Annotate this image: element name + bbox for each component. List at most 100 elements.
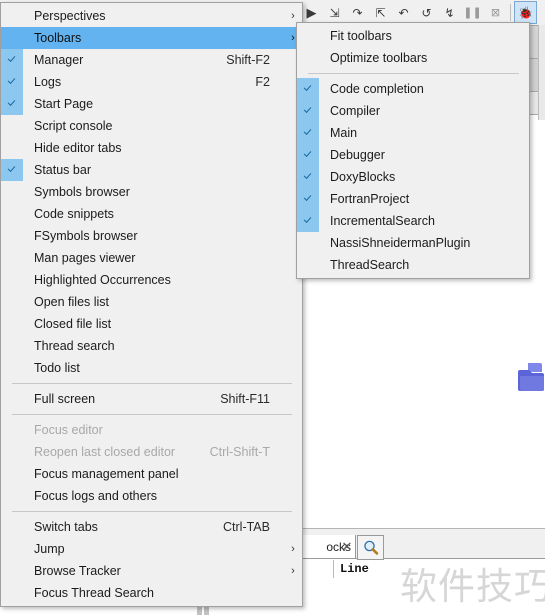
- check-placeholder: [1, 27, 23, 49]
- debug-step-over-icon[interactable]: ↷: [346, 1, 369, 24]
- menu-item-switch-tabs[interactable]: Switch tabs Ctrl-TAB: [1, 516, 302, 538]
- menu-item-label: Thread search: [34, 339, 115, 353]
- menu-item-threadsearch[interactable]: ThreadSearch: [297, 254, 529, 276]
- debug-step-into-instruction-icon[interactable]: ↺: [415, 1, 438, 24]
- menu-item-code-snippets[interactable]: Code snippets: [1, 203, 302, 225]
- menu-item-label: Status bar: [34, 163, 91, 177]
- menu-item-label: Symbols browser: [34, 185, 130, 199]
- check-placeholder: [1, 463, 23, 485]
- menu-item-fit-toolbars[interactable]: Fit toolbars: [297, 25, 529, 47]
- menu-item-label: FortranProject: [330, 192, 410, 206]
- debug-next-instruction-icon[interactable]: ↶: [392, 1, 415, 24]
- editor-canvas[interactable]: [296, 278, 545, 529]
- menu-item-browse-tracker[interactable]: Browse Tracker ›: [1, 560, 302, 582]
- menu-separator: [12, 383, 292, 384]
- menu-item-hide-editor-tabs[interactable]: Hide editor tabs: [1, 137, 302, 159]
- menu-item-status-bar[interactable]: Status bar: [1, 159, 302, 181]
- menu-item-label: Switch tabs: [34, 520, 98, 534]
- menu-item-highlighted-occurrences[interactable]: Highlighted Occurrences: [1, 269, 302, 291]
- chevron-right-icon: ›: [291, 543, 295, 555]
- debug-break-icon[interactable]: ❚❚: [461, 1, 484, 24]
- chevron-right-icon: ›: [291, 10, 295, 22]
- menu-item-thread-search[interactable]: Thread search: [1, 335, 302, 357]
- menu-item-shortcut: Ctrl-Shift-T: [209, 445, 270, 459]
- menu-item-closed-file-list[interactable]: Closed file list: [1, 313, 302, 335]
- menu-item-fsymbols-browser[interactable]: FSymbols browser: [1, 225, 302, 247]
- menu-item-shortcut: Shift-F11: [220, 392, 270, 406]
- menu-item-shortcut: Ctrl-TAB: [223, 520, 270, 534]
- close-icon[interactable]: ✕: [340, 539, 354, 554]
- check-icon: [297, 166, 319, 188]
- menu-item-main[interactable]: Main: [297, 122, 529, 144]
- right-panel-scroll-track[interactable]: [538, 25, 545, 120]
- menu-item-optimize-toolbars[interactable]: Optimize toolbars: [297, 47, 529, 69]
- menu-item-label: Optimize toolbars: [330, 51, 428, 65]
- toolbars-submenu[interactable]: Fit toolbars Optimize toolbars Code comple…: [296, 22, 530, 279]
- menu-item-label: Full screen: [34, 392, 96, 406]
- menu-item-code-completion[interactable]: Code completion: [297, 78, 529, 100]
- menu-item-label: Hide editor tabs: [34, 141, 122, 155]
- chevron-right-icon: ›: [291, 565, 295, 577]
- menu-item-fortranproject[interactable]: FortranProject: [297, 188, 529, 210]
- menu-item-doxyblocks[interactable]: DoxyBlocks: [297, 166, 529, 188]
- menu-item-compiler[interactable]: Compiler: [297, 100, 529, 122]
- menu-item-label: Code completion: [330, 82, 424, 96]
- menu-item-nassishneidermanplugin[interactable]: NassiShneidermanPlugin: [297, 232, 529, 254]
- check-icon: [297, 210, 319, 232]
- view-menu[interactable]: Perspectives › Toolbars › Manager Shift-F2 Log…: [0, 2, 303, 607]
- menu-item-incrementalsearch[interactable]: IncrementalSearch: [297, 210, 529, 232]
- check-icon: [297, 100, 319, 122]
- check-placeholder: [297, 254, 319, 276]
- debug-run-to-cursor-icon[interactable]: ↯: [438, 1, 461, 24]
- menu-item-label: Focus management panel: [34, 467, 179, 481]
- menu-item-focus-management-panel[interactable]: Focus management panel: [1, 463, 302, 485]
- menu-item-open-files-list[interactable]: Open files list: [1, 291, 302, 313]
- debug-continue-icon[interactable]: ▶: [300, 1, 323, 24]
- menu-item-logs[interactable]: Logs F2: [1, 71, 302, 93]
- check-placeholder: [1, 441, 23, 463]
- menu-item-manager[interactable]: Manager Shift-F2: [1, 49, 302, 71]
- debug-step-out-icon[interactable]: ⇱: [369, 1, 392, 24]
- menu-item-label: Debugger: [330, 148, 385, 162]
- menu-item-debugger[interactable]: Debugger: [297, 144, 529, 166]
- check-placeholder: [1, 538, 23, 560]
- menu-item-symbols-browser[interactable]: Symbols browser: [1, 181, 302, 203]
- menu-item-label: Focus logs and others: [34, 489, 157, 503]
- check-placeholder: [1, 247, 23, 269]
- menu-item-full-screen[interactable]: Full screen Shift-F11: [1, 388, 302, 410]
- debug-stop-icon[interactable]: ⊠: [484, 1, 507, 24]
- menu-item-shortcut: F2: [255, 75, 270, 89]
- search-icon[interactable]: [357, 535, 384, 560]
- watermark-text: 软件技巧: [400, 565, 545, 608]
- menu-item-label: Compiler: [330, 104, 381, 118]
- menu-item-focus-logs-and-others[interactable]: Focus logs and others: [1, 485, 302, 507]
- check-placeholder: [1, 181, 23, 203]
- check-placeholder: [1, 203, 23, 225]
- menu-item-label: Code snippets: [34, 207, 114, 221]
- menu-item-todo-list[interactable]: Todo list: [1, 357, 302, 379]
- menu-item-label: Logs: [34, 75, 62, 89]
- menu-item-label: Man pages viewer: [34, 251, 136, 265]
- menu-item-man-pages-viewer[interactable]: Man pages viewer: [1, 247, 302, 269]
- various-info-icon[interactable]: ▮: [537, 1, 545, 24]
- debugging-windows-icon[interactable]: 🐞: [514, 1, 537, 24]
- menu-item-start-page[interactable]: Start Page: [1, 93, 302, 115]
- menu-separator: [308, 73, 519, 74]
- check-placeholder: [1, 388, 23, 410]
- check-icon: [297, 144, 319, 166]
- menu-item-reopen-last-closed-editor: Reopen last closed editor Ctrl-Shift-T: [1, 441, 302, 463]
- check-placeholder: [1, 357, 23, 379]
- menu-item-jump[interactable]: Jump ›: [1, 538, 302, 560]
- menu-item-label: Open files list: [34, 295, 110, 309]
- menu-item-script-console[interactable]: Script console: [1, 115, 302, 137]
- debug-step-into-icon[interactable]: ⇲: [323, 1, 346, 24]
- menu-item-label: ThreadSearch: [330, 258, 410, 272]
- check-placeholder: [1, 291, 23, 313]
- check-placeholder: [1, 313, 23, 335]
- menu-item-focus-thread-search[interactable]: Focus Thread Search: [1, 582, 302, 604]
- menu-item-perspectives[interactable]: Perspectives ›: [1, 5, 302, 27]
- check-placeholder: [297, 47, 319, 69]
- menu-item-label: Manager: [34, 53, 84, 67]
- menu-item-toolbars[interactable]: Toolbars ›: [1, 27, 302, 49]
- menu-item-label: Closed file list: [34, 317, 112, 331]
